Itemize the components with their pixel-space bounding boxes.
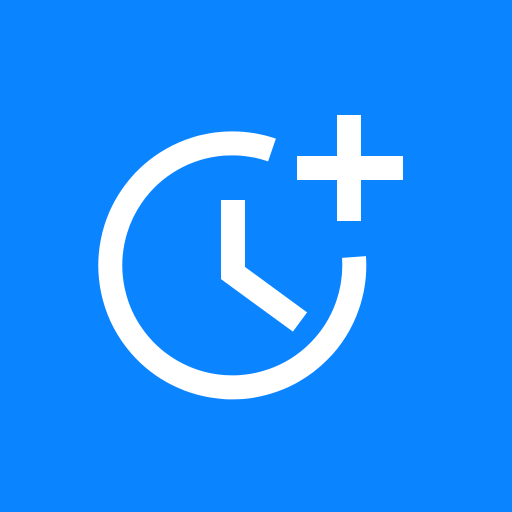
add-alarm-icon [98, 115, 403, 400]
clock-hands [221, 200, 308, 332]
plus-horizontal-bar [297, 156, 403, 180]
app-icon[interactable] [0, 0, 512, 512]
plus-icon [297, 115, 403, 221]
